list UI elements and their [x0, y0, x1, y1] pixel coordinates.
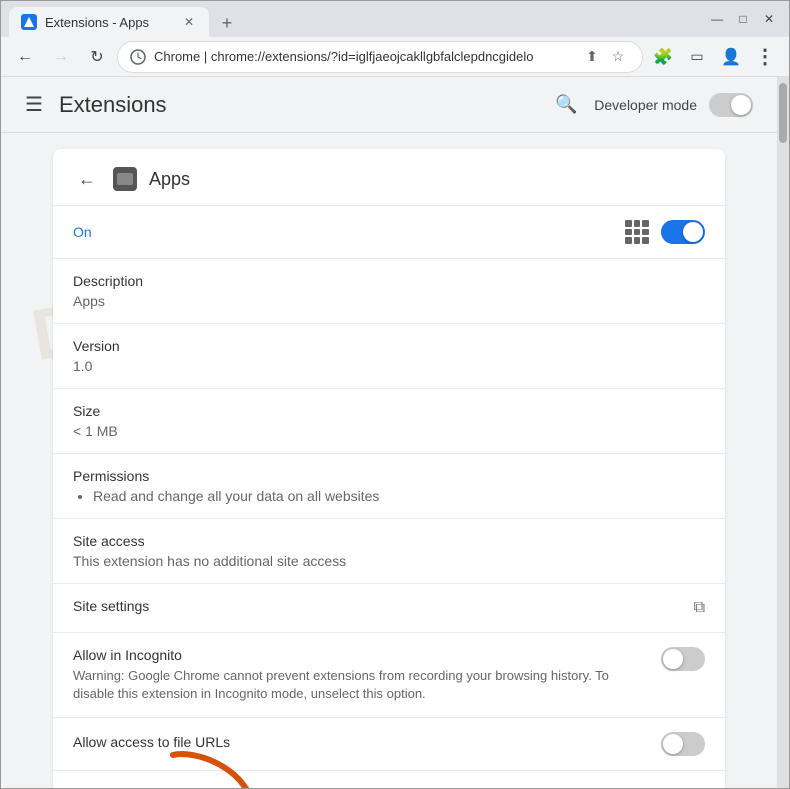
- allow-file-label: Allow access to file URLs: [73, 734, 230, 750]
- navigation-bar: ← → ↻ Chrome | chrome://extensions/?id=i…: [1, 37, 789, 77]
- extension-detail-card: ← Apps On: [53, 149, 725, 788]
- site-access-section: Site access This extension has no additi…: [53, 519, 725, 584]
- grid-view-icon[interactable]: [625, 220, 649, 244]
- account-icon[interactable]: 👤: [715, 41, 747, 73]
- allow-incognito-row: Allow in Incognito Warning: Google Chrom…: [53, 633, 725, 718]
- allow-file-toggle[interactable]: [661, 732, 705, 756]
- close-button[interactable]: ✕: [757, 7, 781, 31]
- size-label: Size: [73, 403, 705, 419]
- allow-file-row: Allow access to file URLs: [53, 718, 725, 771]
- page-title: Extensions: [59, 92, 550, 118]
- status-label: On: [73, 224, 92, 240]
- permission-item: Read and change all your data on all web…: [93, 488, 705, 504]
- allow-incognito-text: Allow in Incognito Warning: Google Chrom…: [73, 647, 645, 703]
- source-section: Source Not from Chrome Web Store.: [53, 771, 725, 788]
- extension-icon: [113, 167, 137, 191]
- new-tab-button[interactable]: +: [213, 9, 241, 37]
- permissions-value: Read and change all your data on all web…: [73, 488, 705, 504]
- content-area[interactable]: OPC DUMMY ← Apps: [1, 133, 777, 788]
- developer-mode-toggle[interactable]: [709, 93, 753, 117]
- version-label: Version: [73, 338, 705, 354]
- site-settings-label: Site settings: [73, 598, 149, 614]
- status-row: On: [53, 206, 725, 259]
- description-label: Description: [73, 273, 705, 289]
- active-tab[interactable]: Extensions - Apps ✕: [9, 7, 209, 37]
- page-content: ☰ Extensions 🔍 Developer mode OPC DUMMY: [1, 77, 789, 788]
- content-inner: ← Apps On: [29, 149, 749, 788]
- site-settings-row[interactable]: Site settings ⧉: [53, 584, 725, 633]
- external-link-icon: ⧉: [694, 599, 705, 617]
- site-access-value: This extension has no additional site ac…: [73, 553, 705, 569]
- size-value: < 1 MB: [73, 423, 705, 439]
- extensions-header: ☰ Extensions 🔍 Developer mode: [1, 77, 777, 133]
- tab-favicon: [21, 14, 37, 30]
- back-navigation: ← Apps: [53, 149, 725, 206]
- security-icon: [130, 49, 146, 65]
- permissions-label: Permissions: [73, 468, 705, 484]
- menu-icon[interactable]: ⋮: [749, 41, 781, 73]
- version-value: 1.0: [73, 358, 705, 374]
- scrollbar-track[interactable]: [777, 77, 789, 788]
- share-icon[interactable]: ⬆: [580, 45, 604, 69]
- reload-button[interactable]: ↻: [81, 41, 113, 73]
- address-text: Chrome | chrome://extensions/?id=iglfjae…: [154, 49, 572, 64]
- source-label: Source: [73, 785, 705, 788]
- allow-incognito-desc: Warning: Google Chrome cannot prevent ex…: [73, 667, 645, 703]
- tab-title: Extensions - Apps: [45, 15, 149, 30]
- status-actions: [625, 220, 705, 244]
- forward-button[interactable]: →: [45, 41, 77, 73]
- header-actions: 🔍 Developer mode: [550, 89, 753, 121]
- minimize-button[interactable]: ―: [705, 7, 729, 31]
- tab-bar: Extensions - Apps ✕ +: [9, 1, 701, 37]
- media-router-icon[interactable]: ▭: [681, 41, 713, 73]
- main-area: ☰ Extensions 🔍 Developer mode OPC DUMMY: [1, 77, 777, 788]
- extension-name: Apps: [149, 169, 190, 190]
- window-controls: ― □ ✕: [705, 7, 781, 31]
- allow-incognito-label: Allow in Incognito: [73, 647, 645, 663]
- developer-mode-label: Developer mode: [594, 97, 697, 113]
- address-bar[interactable]: Chrome | chrome://extensions/?id=iglfjae…: [117, 41, 643, 73]
- size-section: Size < 1 MB: [53, 389, 725, 454]
- bookmark-icon[interactable]: ☆: [606, 45, 630, 69]
- back-button[interactable]: ←: [9, 41, 41, 73]
- hamburger-icon[interactable]: ☰: [25, 92, 43, 117]
- description-section: Description Apps: [53, 259, 725, 324]
- toolbar-icons: 🧩 ▭ 👤 ⋮: [647, 41, 781, 73]
- address-actions: ⬆ ☆: [580, 45, 630, 69]
- extension-enabled-toggle[interactable]: [661, 220, 705, 244]
- title-bar: Extensions - Apps ✕ + ― □ ✕: [1, 1, 789, 37]
- tab-close-button[interactable]: ✕: [181, 14, 197, 30]
- search-button[interactable]: 🔍: [550, 89, 582, 121]
- version-section: Version 1.0: [53, 324, 725, 389]
- back-to-extensions-button[interactable]: ←: [73, 165, 101, 193]
- scrollbar-thumb[interactable]: [779, 83, 787, 143]
- maximize-button[interactable]: □: [731, 7, 755, 31]
- allow-incognito-toggle[interactable]: [661, 647, 705, 671]
- description-value: Apps: [73, 293, 705, 309]
- extensions-icon[interactable]: 🧩: [647, 41, 679, 73]
- permissions-section: Permissions Read and change all your dat…: [53, 454, 725, 519]
- site-access-label: Site access: [73, 533, 705, 549]
